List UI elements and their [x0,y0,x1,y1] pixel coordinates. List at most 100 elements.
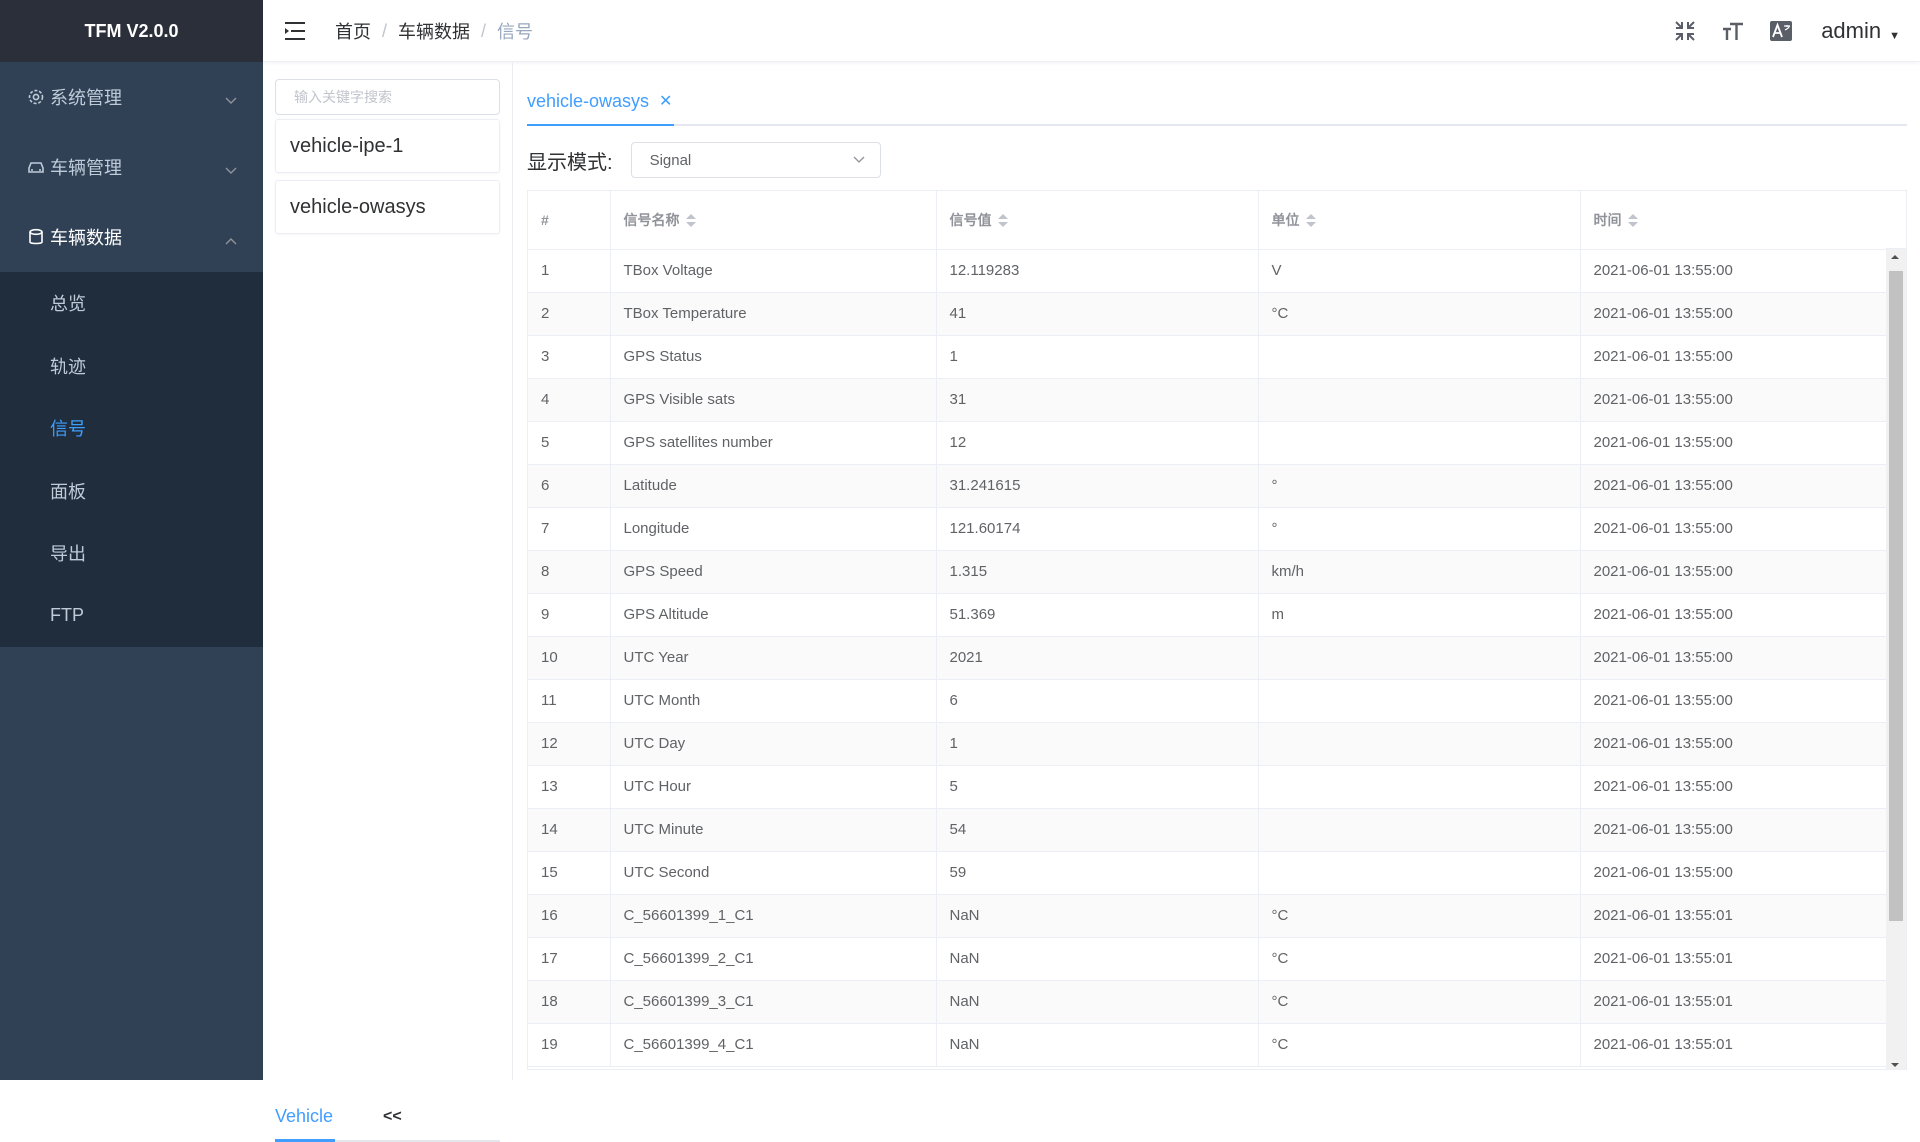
cell-time: 2021-06-01 13:55:00 [1580,550,1889,594]
cell-signal-value: 54 [936,808,1259,852]
collapse-panel-button[interactable]: << [383,1108,402,1126]
table-header-gutter [1886,191,1906,249]
cell-unit [1258,421,1581,465]
user-menu[interactable]: admin ▼ [1821,18,1900,44]
submenu-vehicle-data: 总览 轨迹 信号 面板 导出 FTP [0,272,263,647]
tab-vehicle-owasys[interactable]: vehicle-owasys ✕ [527,78,675,126]
font-size-icon[interactable] [1719,17,1747,45]
table-row[interactable]: 18 C_56601399_3_C1 NaN °C 2021-06-01 13:55:0… [528,980,1889,1024]
menu-system-management[interactable]: 系统管理 [0,62,263,132]
display-mode-select[interactable]: Signal [630,142,881,178]
sort-icon[interactable] [685,213,696,229]
cell-signal-value: 6 [936,679,1259,723]
cell-index: 18 [528,980,611,1024]
column-header-index: # [528,191,611,250]
cell-unit: °C [1258,894,1581,938]
translate-icon[interactable] [1767,17,1795,45]
cell-signal-name: UTC Day [610,722,937,766]
cell-signal-name: GPS Status [610,335,937,379]
vehicle-panel: vehicle-ipe-1 vehicle-owasys Vehicle << [263,62,513,1142]
table-row[interactable]: 1 TBox Voltage 12.119283 V 2021-06-01 13:55:… [528,249,1889,293]
tab-vehicle[interactable]: Vehicle [275,1106,336,1142]
cell-index: 12 [528,722,611,766]
cell-signal-name: GPS Altitude [610,593,937,637]
sort-icon[interactable] [1627,213,1638,229]
submenu-item-overview[interactable]: 总览 [0,272,263,335]
table-scrollbar[interactable] [1886,249,1906,1069]
sort-icon[interactable] [997,213,1008,229]
submenu-item-signal[interactable]: 信号 [0,397,263,460]
menu-vehicle-management[interactable]: 车辆管理 [0,132,263,202]
submenu-item-export[interactable]: 导出 [0,522,263,585]
breadcrumb-home[interactable]: 首页 [335,18,371,44]
cell-signal-value: 121.60174 [936,507,1259,551]
cell-index: 13 [528,765,611,809]
main-content: vehicle-owasys ✕ 显示模式: Signal # 信号名称 信号值… [515,62,1920,1080]
table-row[interactable]: 17 C_56601399_2_C1 NaN °C 2021-06-01 13:55:0… [528,937,1889,981]
cell-signal-name: Longitude [610,507,937,551]
table-row[interactable]: 16 C_56601399_1_C1 NaN °C 2021-06-01 13:55:0… [528,894,1889,938]
cell-unit: km/h [1258,550,1581,594]
chevron-down-icon [852,152,866,170]
menu-vehicle-data[interactable]: 车辆数据 [0,202,263,272]
table-row[interactable]: 8 GPS Speed 1.315 km/h 2021-06-01 13:55:00 [528,550,1889,594]
tab-label: vehicle-owasys [527,90,650,111]
cell-unit: m [1258,593,1581,637]
cell-signal-name: TBox Voltage [610,249,937,293]
table-row[interactable]: 10 UTC Year 2021 2021-06-01 13:55:00 [528,636,1889,680]
table-row[interactable]: 2 TBox Temperature 41 °C 2021-06-01 13:55:00 [528,292,1889,336]
chevron-down-icon [225,89,237,110]
table-row[interactable]: 14 UTC Minute 54 2021-06-01 13:55:00 [528,808,1889,852]
cell-signal-value: 31 [936,378,1259,422]
cell-index: 7 [528,507,611,551]
cell-signal-name: UTC Month [610,679,937,723]
table-row[interactable]: 5 GPS satellites number 12 2021-06-01 13:55… [528,421,1889,465]
cell-time: 2021-06-01 13:55:00 [1580,851,1889,895]
cell-unit: °C [1258,292,1581,336]
table-row[interactable]: 6 Latitude 31.241615 ° 2021-06-01 13:55:00 [528,464,1889,508]
table-row[interactable]: 11 UTC Month 6 2021-06-01 13:55:00 [528,679,1889,723]
cell-unit [1258,679,1581,723]
column-header-signal-name[interactable]: 信号名称 [610,191,937,250]
column-header-signal-value[interactable]: 信号值 [936,191,1259,250]
table-row[interactable]: 3 GPS Status 1 2021-06-01 13:55:00 [528,335,1889,379]
cell-signal-name: TBox Temperature [610,292,937,336]
vehicle-list-item[interactable]: vehicle-ipe-1 [275,119,500,173]
table-row[interactable]: 15 UTC Second 59 2021-06-01 13:55:00 [528,851,1889,895]
column-header-unit[interactable]: 单位 [1258,191,1581,250]
table-row[interactable]: 12 UTC Day 1 2021-06-01 13:55:00 [528,722,1889,766]
submenu-item-ftp[interactable]: FTP [0,585,263,648]
scroll-up-arrow-icon[interactable] [1891,255,1899,259]
scroll-down-arrow-icon[interactable] [1891,1063,1899,1067]
table-row[interactable]: 7 Longitude 121.60174 ° 2021-06-01 13:55:00 [528,507,1889,551]
breadcrumb-vehicle-data[interactable]: 车辆数据 [398,18,470,44]
hamburger-icon[interactable] [283,19,307,43]
display-mode-label: 显示模式: [527,151,613,174]
close-icon[interactable]: ✕ [659,91,672,111]
cell-index: 1 [528,249,611,293]
exit-fullscreen-icon[interactable] [1671,17,1699,45]
table-row[interactable]: 4 GPS Visible sats 31 2021-06-01 13:55:00 [528,378,1889,422]
signal-table: # 信号名称 信号值 单位 时间 1 TBox Voltage 12.119283 V… [527,190,1907,1070]
cell-unit: °C [1258,980,1581,1024]
cell-signal-name: UTC Second [610,851,937,895]
cell-index: 11 [528,679,611,723]
sort-icon[interactable] [1305,213,1316,229]
cell-unit: °C [1258,937,1581,981]
scrollbar-thumb[interactable] [1889,271,1903,921]
cell-signal-value: 12 [936,421,1259,465]
table-row[interactable]: 13 UTC Hour 5 2021-06-01 13:55:00 [528,765,1889,809]
chevron-up-icon [225,229,237,250]
column-header-time[interactable]: 时间 [1580,191,1889,250]
cell-time: 2021-06-01 13:55:00 [1580,808,1889,852]
submenu-item-track[interactable]: 轨迹 [0,335,263,398]
cell-signal-name: UTC Year [610,636,937,680]
table-row[interactable]: 9 GPS Altitude 51.369 m 2021-06-01 13:55:00 [528,593,1889,637]
cell-signal-value: 31.241615 [936,464,1259,508]
vehicle-list-item[interactable]: vehicle-owasys [275,180,500,234]
vehicle-search-input[interactable] [275,79,500,115]
submenu-item-dashboard[interactable]: 面板 [0,460,263,523]
cell-signal-value: 59 [936,851,1259,895]
table-row[interactable]: 19 C_56601399_4_C1 NaN °C 2021-06-01 13:55:0… [528,1023,1889,1067]
display-mode-value: Signal [649,151,692,169]
